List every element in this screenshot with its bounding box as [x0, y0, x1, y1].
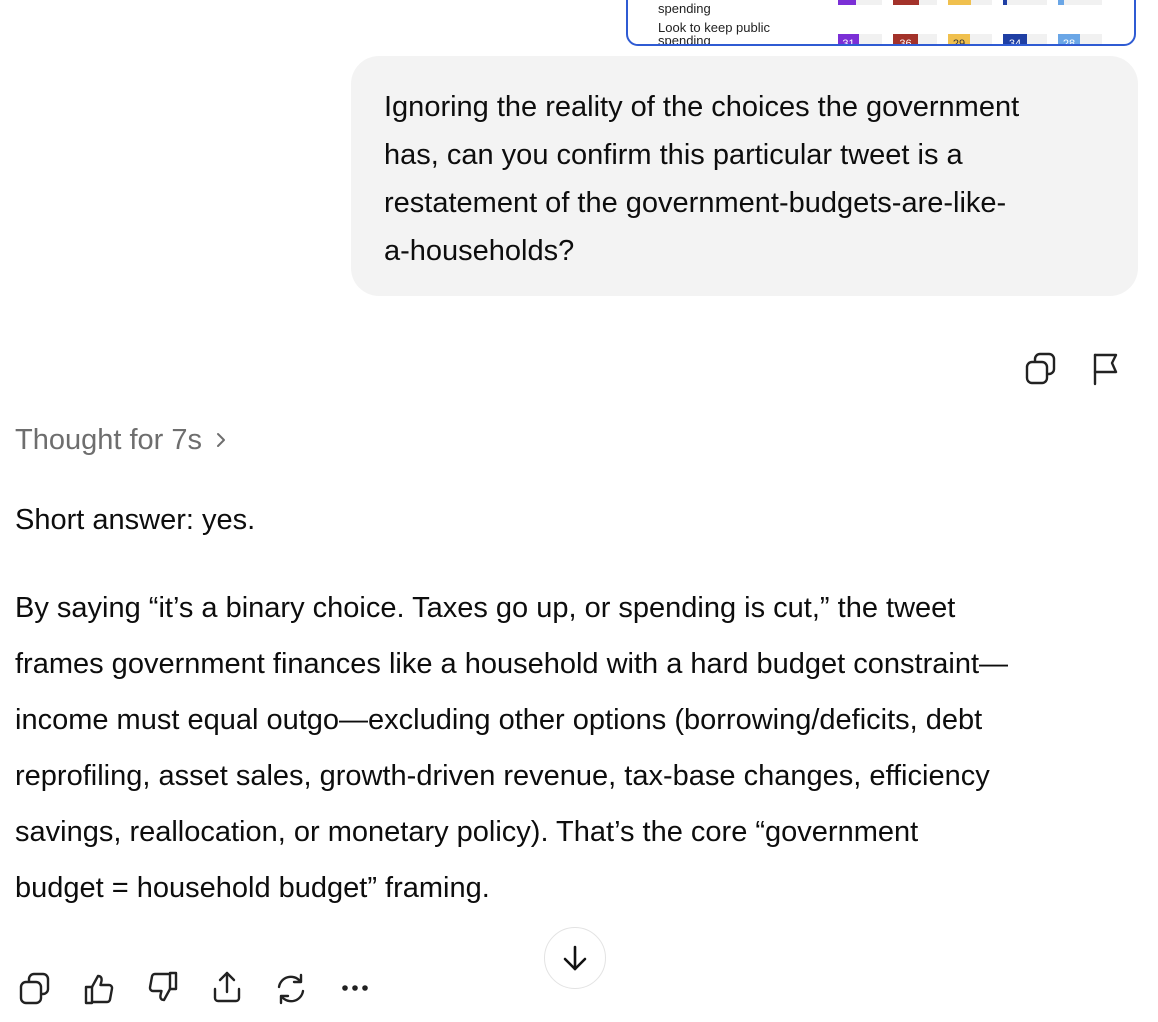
chart-value: 14 — [1074, 0, 1086, 5]
chart-cell: 34 — [1003, 34, 1047, 44]
thought-toggle[interactable]: Thought for 7s — [15, 420, 226, 460]
user-message-bubble: Ignoring the reality of the choices the … — [351, 56, 1138, 296]
attached-chart-image[interactable]: spending Look to keep public spending 27… — [626, 0, 1136, 46]
copy-icon — [1025, 352, 1056, 385]
chart-bar — [1003, 0, 1007, 5]
arrow-down-icon — [563, 945, 587, 971]
more-icon — [342, 985, 368, 991]
copy-message-button[interactable] — [1022, 350, 1060, 388]
chart-bar: 31 — [838, 34, 859, 44]
chart-bar: 30 — [948, 0, 971, 5]
chart-value: 12 — [1019, 0, 1031, 5]
flag-icon — [1093, 353, 1118, 386]
chart-bar: 38 — [893, 0, 919, 5]
user-message-line: has, can you confirm this particular twe… — [384, 139, 963, 171]
chevron-right-icon — [216, 432, 226, 448]
answer-line: income must equal outgo—excluding other … — [15, 704, 983, 736]
assistant-answer-body: By saying “it’s a binary choice. Taxes g… — [15, 580, 1140, 916]
chart-cell: 38 — [893, 0, 937, 5]
user-message-line: Ignoring the reality of the choices the … — [384, 91, 1020, 123]
more-actions-button[interactable] — [336, 976, 374, 1000]
chart-bar — [1058, 0, 1064, 5]
copy-response-button[interactable] — [16, 970, 54, 1008]
row-label-keep-public-2: spending — [658, 33, 711, 46]
thought-label: Thought for 7s — [15, 424, 202, 456]
user-message-line: restatement of the government-budgets-ar… — [384, 187, 1007, 219]
chart-cell: 30 — [948, 0, 992, 5]
thumbs-down-icon — [148, 971, 178, 1002]
chart-cell: 36 — [893, 34, 937, 44]
answer-line: frames government finances like a househ… — [15, 648, 1009, 680]
thumbs-up-icon — [84, 974, 114, 1005]
answer-line: By saying “it’s a binary choice. Taxes g… — [15, 592, 956, 624]
bad-response-button[interactable] — [144, 968, 182, 1006]
user-message-line: a-households? — [384, 235, 575, 267]
chart-cell: 14 — [1058, 0, 1102, 5]
share-icon — [213, 971, 241, 1003]
good-response-button[interactable] — [80, 970, 118, 1008]
chart-bar: 28 — [1058, 34, 1080, 44]
share-button[interactable] — [208, 968, 246, 1006]
chart-cell: 28 — [1058, 34, 1102, 44]
chat-page: spending Look to keep public spending 27… — [0, 0, 1158, 1022]
copy-icon — [19, 972, 50, 1005]
scroll-to-bottom-button[interactable] — [544, 927, 606, 989]
chart-cell: 27 — [838, 0, 882, 5]
chart-cell: 29 — [948, 34, 992, 44]
chart-bar: 27 — [838, 0, 856, 5]
chart-bar: 36 — [893, 34, 918, 44]
chart-cell: 31 — [838, 34, 882, 44]
assistant-short-answer: Short answer: yes. — [15, 504, 256, 536]
regenerate-icon — [277, 973, 305, 1005]
regenerate-button[interactable] — [272, 970, 310, 1008]
report-message-button[interactable] — [1088, 350, 1124, 388]
chart-bar: 29 — [948, 34, 970, 44]
answer-line: reprofiling, asset sales, growth-driven … — [15, 760, 990, 792]
chart-cell: 12 — [1003, 0, 1047, 5]
answer-line: budget = household budget” framing. — [15, 872, 490, 904]
chart-bar: 34 — [1003, 34, 1027, 44]
row-label-spending: spending — [658, 1, 711, 16]
answer-line: savings, reallocation, or monetary polic… — [15, 816, 919, 848]
